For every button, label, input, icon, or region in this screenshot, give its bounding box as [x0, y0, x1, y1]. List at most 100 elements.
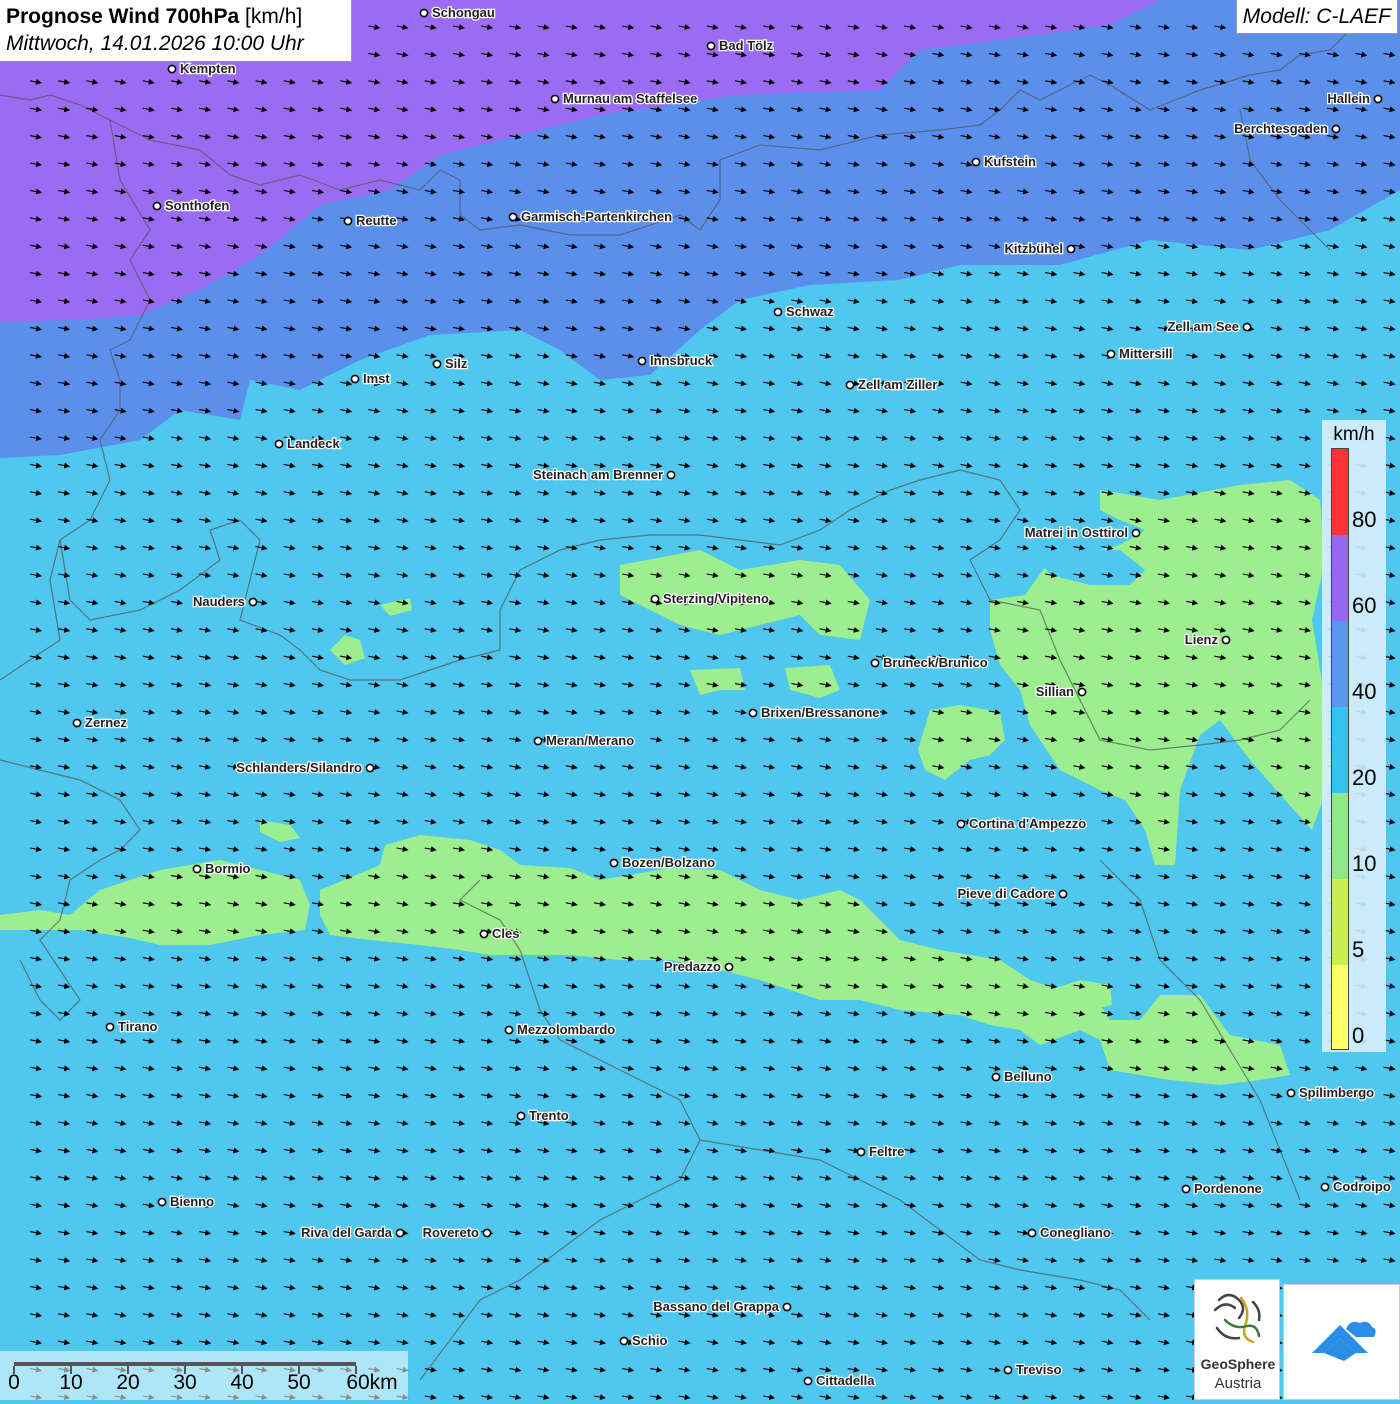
city-label: Bad Tölz	[719, 38, 774, 53]
city-dot	[956, 819, 966, 829]
scale-label: 0	[8, 1371, 20, 1394]
city-marker: Matrei in Osttirol	[1023, 524, 1141, 541]
city-label: Zernez	[85, 715, 127, 730]
city-dot	[167, 64, 177, 74]
legend-unit: km/h	[1333, 424, 1375, 445]
city-label: Kempten	[180, 61, 236, 76]
model-label: Modell: C-LAEF	[1235, 0, 1398, 34]
legend-label-0: 0	[1352, 1023, 1365, 1048]
legend-label-10: 10	[1352, 851, 1377, 876]
city-label: Bruneck/Brunico	[883, 655, 988, 670]
city-dot	[1131, 528, 1141, 538]
legend-label-5: 5	[1352, 937, 1365, 962]
city-label: Tirano	[118, 1019, 158, 1034]
city-label: Reutte	[356, 213, 396, 228]
scale-label: 60km	[346, 1371, 398, 1394]
legend-label-60: 60	[1352, 593, 1377, 618]
city-dot	[105, 1022, 115, 1032]
wind-map: Schongau Bad Tölz Kempten Murnau am Staffel…	[0, 0, 1400, 1400]
city-dot	[395, 1228, 405, 1238]
city-label: Codroipo	[1333, 1179, 1391, 1194]
legend-band-60	[1332, 535, 1348, 621]
map-title-unit: [km/h]	[245, 5, 303, 28]
color-legend: km/h 80 60 40 20 10 5 0	[1322, 420, 1386, 1052]
city-marker: Pordenone	[1181, 1180, 1263, 1197]
city-label: Steinach am Brenner	[533, 467, 663, 482]
map-title: Prognose Wind 700hPa [km/h]	[6, 3, 345, 30]
city-dot	[773, 307, 783, 317]
city-label: Schongau	[432, 5, 495, 20]
city-marker: Riva del Garda	[300, 1224, 405, 1241]
scale-bar: 0 10 20 30 40 50 60km	[0, 1351, 408, 1400]
city-marker: Zell am See	[1166, 318, 1252, 335]
city-dot	[1286, 1088, 1296, 1098]
logo-name: GeoSphere	[1200, 1356, 1276, 1372]
city-dot	[1320, 1182, 1330, 1192]
city-label: Sonthofen	[165, 198, 229, 213]
city-dot	[1066, 244, 1076, 254]
city-dot	[508, 212, 518, 222]
city-dot	[782, 1302, 792, 1312]
city-label: Predazzo	[664, 959, 721, 974]
geosphere-logo[interactable]: GeoSphere Austria	[1194, 1279, 1280, 1400]
city-marker: Conegliano	[1027, 1224, 1112, 1241]
city-marker: Sterzing/Vipiteno	[650, 590, 770, 607]
legend-band-40	[1332, 621, 1348, 707]
city-dot	[550, 94, 560, 104]
title-box: Prognose Wind 700hPa [km/h] Mittwoch, 14…	[0, 0, 352, 62]
city-label: Belluno	[1004, 1069, 1052, 1084]
city-label: Garmisch-Partenkirchen	[521, 209, 672, 224]
forecast-datetime: Mittwoch, 14.01.2026 10:00 Uhr	[6, 32, 304, 55]
city-label: Schwaz	[786, 304, 834, 319]
city-dot	[1077, 687, 1087, 697]
city-label: Sterzing/Vipiteno	[663, 591, 769, 606]
city-label: Hallein	[1327, 91, 1370, 106]
city-label: Bormio	[205, 861, 251, 876]
city-dot	[1242, 322, 1252, 332]
city-dot	[856, 1147, 866, 1157]
city-dot	[152, 201, 162, 211]
city-marker: Murnau am Staffelsee	[550, 90, 699, 107]
city-dot	[971, 157, 981, 167]
city-label: Riva del Garda	[301, 1225, 393, 1240]
city-dot	[533, 736, 543, 746]
city-label: Treviso	[1016, 1362, 1062, 1377]
city-marker: Zell am Ziller	[845, 376, 939, 393]
cloud-mountain-icon	[1312, 1321, 1376, 1361]
city-dot	[248, 597, 258, 607]
city-dot	[991, 1072, 1001, 1082]
city-label: Kufstein	[984, 154, 1036, 169]
city-label: Schio	[632, 1333, 667, 1348]
city-marker: Innsbruck	[637, 352, 714, 369]
city-label: Mezzolombardo	[517, 1022, 615, 1037]
city-marker: Bruneck/Brunico	[870, 654, 989, 671]
city-dot	[1221, 635, 1231, 645]
city-dot	[870, 658, 880, 668]
city-label: Brixen/Bressanone	[761, 705, 880, 720]
city-dot	[666, 470, 676, 480]
city-dot	[1331, 124, 1341, 134]
city-label: Feltre	[869, 1144, 904, 1159]
logo-sub: Austria	[1214, 1375, 1262, 1392]
legend-label-80: 80	[1352, 507, 1377, 532]
city-marker: Bassano del Grappa	[652, 1298, 792, 1315]
city-label: Nauders	[193, 594, 245, 609]
city-dot	[432, 359, 442, 369]
city-label: Lienz	[1185, 632, 1219, 647]
city-label: Sillian	[1036, 684, 1074, 699]
city-marker: Cortina d'Ampezzo	[956, 815, 1088, 832]
city-label: Imst	[363, 371, 390, 386]
city-label: Zell am See	[1167, 319, 1239, 334]
city-label: Bozen/Bolzano	[622, 855, 715, 870]
legend-band-80	[1332, 449, 1348, 535]
app-logo[interactable]	[1283, 1284, 1400, 1400]
city-label: Berchtesgaden	[1234, 121, 1328, 136]
city-marker: Steinach am Brenner	[532, 466, 676, 483]
city-dot	[482, 1228, 492, 1238]
city-marker: Schlanders/Silandro	[235, 759, 375, 776]
city-dot	[706, 41, 716, 51]
city-label: Cortina d'Ampezzo	[969, 816, 1086, 831]
city-marker: Brixen/Bressanone	[748, 704, 881, 721]
legend-band-5	[1332, 879, 1348, 965]
city-label: Schlanders/Silandro	[236, 760, 362, 775]
